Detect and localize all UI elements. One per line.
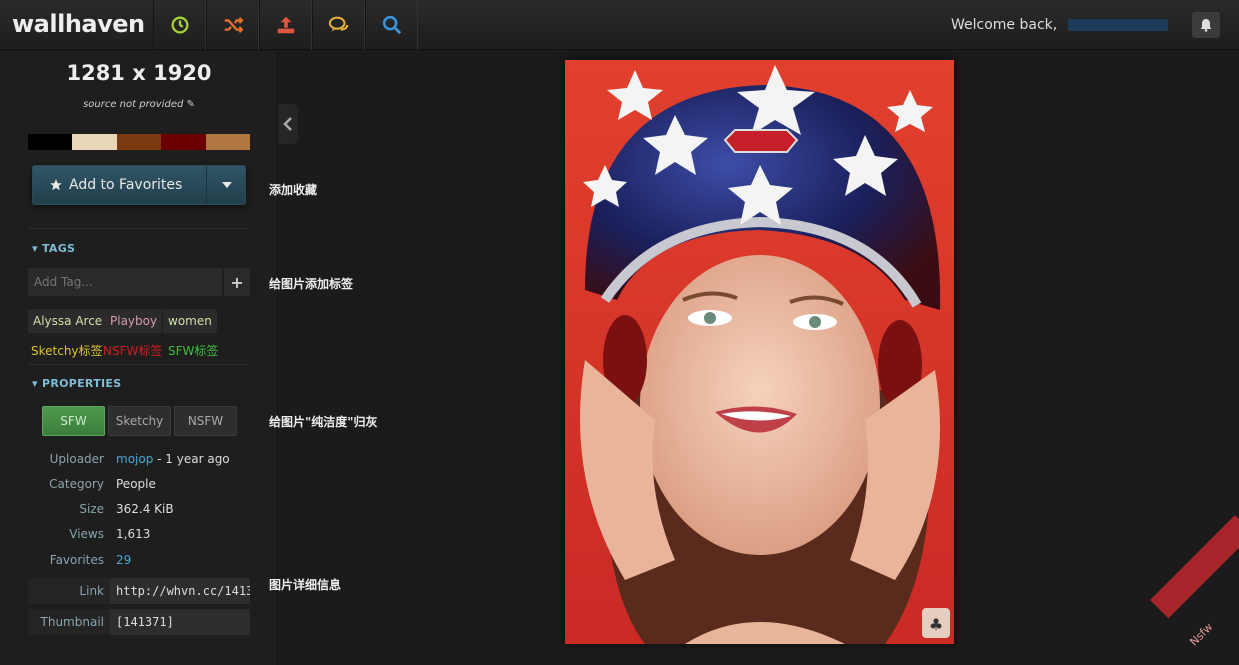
bell-icon: [1200, 19, 1212, 32]
star-icon: [50, 179, 62, 191]
purity-nsfw-button[interactable]: NSFW: [174, 406, 237, 436]
uploader-value: mojop - 1 year ago: [116, 452, 230, 466]
latest-icon: [171, 16, 188, 34]
tag-playboy[interactable]: Playboy: [105, 309, 163, 333]
palette-swatch[interactable]: [72, 134, 117, 150]
add-tag-input[interactable]: [28, 268, 222, 296]
upload-icon: [277, 16, 294, 34]
palette-swatch[interactable]: [28, 134, 73, 150]
purity-sketchy-button[interactable]: Sketchy: [108, 406, 171, 436]
add-to-favorites-button[interactable]: Add to Favorites: [33, 166, 207, 204]
sidebar-collapse-button[interactable]: [278, 104, 298, 144]
favorites-label: Add to Favorites: [69, 177, 183, 193]
legend-sketchy: Sketchy标签: [31, 344, 103, 358]
nav-upload-button[interactable]: [259, 0, 312, 50]
add-tag-button[interactable]: +: [224, 268, 250, 296]
link-field[interactable]: http://whvn.cc/141371: [110, 578, 250, 604]
source-link[interactable]: source not provided ✎: [0, 99, 278, 110]
source-text: source not provided: [83, 99, 184, 110]
search-icon: [382, 15, 401, 35]
views-value: 1,613: [116, 527, 151, 541]
notifications-button[interactable]: [1192, 12, 1220, 38]
caret-down-icon: [222, 182, 232, 188]
forums-icon: [328, 16, 348, 32]
wallpaper-illustration: ♣: [565, 60, 954, 644]
favorites-count-label: Favorites: [49, 553, 104, 567]
nav-search-button[interactable]: [365, 0, 418, 50]
tag-alyssa-arce[interactable]: Alyssa Arce: [28, 309, 108, 333]
annotation-purity: 给图片"纯洁度"归灰: [269, 415, 378, 429]
favorites-dropdown-button[interactable]: [208, 166, 246, 204]
divider: [28, 364, 250, 365]
tags-heading[interactable]: ▾ TAGS: [32, 242, 75, 255]
corner-ribbon: [1150, 515, 1239, 619]
sidebar: 1281 x 1920 source not provided ✎ Add to…: [0, 51, 278, 665]
annotation-tags: 给图片添加标签: [269, 277, 354, 291]
svg-text:♣: ♣: [929, 615, 943, 634]
annotation-details: 图片详细信息: [269, 578, 342, 592]
thumbnail-row: Thumbnail [141371]: [28, 609, 250, 635]
resolution-title: 1281 x 1920: [66, 61, 212, 85]
annotation-favorites: 添加收藏: [269, 183, 318, 197]
legend-sfw: SFW标签: [168, 344, 219, 358]
size-value: 362.4 KiB: [116, 502, 174, 516]
purity-sfw-button[interactable]: SFW: [42, 406, 105, 436]
nav-latest-button[interactable]: [153, 0, 206, 50]
pencil-icon: ✎: [186, 99, 195, 110]
legend-nsfw: NSFW标签: [103, 344, 163, 358]
username-link[interactable]: [1068, 19, 1168, 31]
views-label: Views: [69, 527, 104, 541]
uploaded-ago: - 1 year ago: [157, 452, 230, 466]
corner-ribbon-label: Nsfw: [1187, 620, 1216, 649]
uploader-label: Uploader: [49, 452, 104, 466]
nav-random-button[interactable]: [206, 0, 259, 50]
category-label: Category: [49, 477, 104, 491]
palette-swatch[interactable]: [116, 134, 162, 150]
welcome-text: Welcome back,: [951, 17, 1058, 33]
palette-swatch[interactable]: [205, 134, 251, 150]
site-logo[interactable]: wallhaven: [12, 10, 145, 38]
thumbnail-field[interactable]: [141371]: [110, 609, 250, 635]
wallpaper-image[interactable]: ♣: [565, 60, 954, 644]
properties-heading[interactable]: ▾ PROPERTIES: [32, 377, 121, 390]
chevron-left-icon: [283, 117, 292, 131]
divider: [28, 228, 250, 229]
properties-heading-label: PROPERTIES: [41, 377, 122, 390]
uploader-link[interactable]: mojop: [116, 452, 153, 466]
palette-swatch[interactable]: [161, 134, 206, 150]
nav-forums-button[interactable]: [312, 0, 365, 50]
tags-heading-label: TAGS: [41, 242, 76, 255]
random-icon: [224, 17, 243, 33]
link-row: Link http://whvn.cc/141371: [28, 578, 250, 604]
link-label: Link: [79, 584, 104, 598]
category-value: People: [116, 477, 156, 491]
tag-women[interactable]: women: [163, 309, 217, 333]
thumbnail-label: Thumbnail: [40, 615, 104, 629]
favorites-count-link[interactable]: 29: [116, 553, 131, 567]
favorites-button-group: Add to Favorites: [32, 165, 246, 205]
color-palette: [28, 134, 251, 150]
size-label: Size: [79, 502, 104, 516]
plus-icon: +: [230, 272, 244, 292]
top-bar: wallhaven Welcome back,: [0, 0, 1239, 50]
